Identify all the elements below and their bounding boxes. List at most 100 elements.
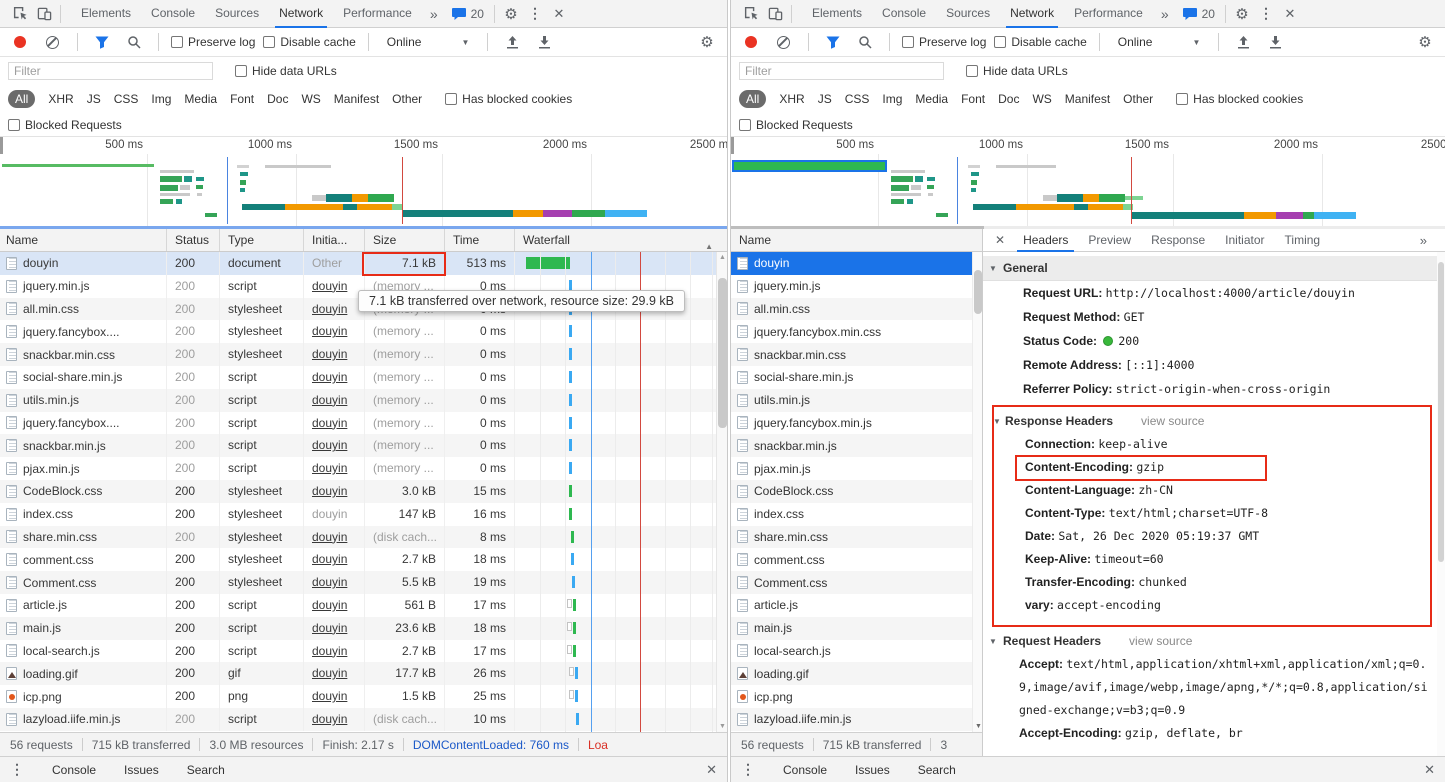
list-item[interactable]: article.js: [731, 594, 982, 617]
list-item[interactable]: jquery.fancybox.min.css: [731, 320, 982, 343]
details-tab-initiator[interactable]: Initiator: [1215, 230, 1274, 251]
view-source-link[interactable]: view source: [1141, 414, 1204, 428]
table-row[interactable]: utils.min.js200scriptdouyin(memory ...0 …: [0, 389, 727, 412]
details-tab-timing[interactable]: Timing: [1275, 230, 1331, 251]
filter-pill-font[interactable]: Font: [961, 92, 985, 106]
close-devtools-icon[interactable]: ✕: [547, 2, 571, 26]
filter-pill-doc[interactable]: Doc: [998, 92, 1019, 106]
issues-badge[interactable]: 20: [446, 7, 490, 21]
table-row[interactable]: pjax.min.js200scriptdouyin(memory ...0 m…: [0, 457, 727, 480]
filter-pill-img[interactable]: Img: [151, 92, 171, 106]
column-header-status[interactable]: Status: [167, 229, 220, 251]
filter-pill-font[interactable]: Font: [230, 92, 254, 106]
initiator-link[interactable]: douyin: [312, 712, 347, 726]
details-tab-headers[interactable]: Headers: [1013, 230, 1078, 251]
has-blocked-cookies-checkbox[interactable]: Has blocked cookies: [1176, 92, 1303, 106]
table-row[interactable]: main.js200scriptdouyin23.6 kB18 ms: [0, 617, 727, 640]
tab-performance[interactable]: Performance: [333, 0, 422, 28]
table-row[interactable]: CodeBlock.css200stylesheetdouyin3.0 kB15…: [0, 480, 727, 503]
more-tabs-chevron[interactable]: »: [422, 6, 446, 22]
initiator-link[interactable]: douyin: [312, 370, 347, 384]
search-icon[interactable]: [122, 30, 146, 54]
table-row[interactable]: snackbar.min.css200stylesheetdouyin(memo…: [0, 343, 727, 366]
scroll-down-arrow[interactable]: ▼: [974, 723, 982, 730]
filter-pill-all[interactable]: All: [739, 90, 766, 108]
filter-pill-css[interactable]: CSS: [845, 92, 870, 106]
list-item[interactable]: all.min.css: [731, 298, 982, 321]
list-item[interactable]: CodeBlock.css: [731, 480, 982, 503]
table-row[interactable]: article.js200scriptdouyin561 B17 ms: [0, 594, 727, 617]
filter-input[interactable]: [8, 62, 213, 80]
settings-gear-icon[interactable]: ⚙: [1230, 2, 1254, 26]
column-header-size[interactable]: Size: [365, 229, 445, 251]
list-item[interactable]: main.js: [731, 617, 982, 640]
list-item[interactable]: loading.gif: [731, 662, 982, 685]
initiator-link[interactable]: douyin: [312, 324, 347, 338]
table-row[interactable]: loading.gif200gifdouyin17.7 kB26 ms: [0, 662, 727, 685]
initiator-link[interactable]: douyin: [312, 302, 347, 316]
tab-console[interactable]: Console: [872, 0, 936, 28]
column-header-initia[interactable]: Initia...: [304, 229, 365, 251]
list-item[interactable]: snackbar.min.js: [731, 434, 982, 457]
tab-elements[interactable]: Elements: [802, 0, 872, 28]
list-item[interactable]: utils.min.js: [731, 389, 982, 412]
disable-cache-checkbox[interactable]: Disable cache: [994, 35, 1086, 49]
filter-funnel-icon[interactable]: [90, 30, 114, 54]
record-network-log-button[interactable]: [14, 36, 26, 48]
device-toolbar-icon[interactable]: [763, 2, 787, 26]
list-item[interactable]: local-search.js: [731, 640, 982, 663]
scroll-down-arrow[interactable]: ▼: [718, 723, 727, 730]
import-har-icon[interactable]: [1231, 30, 1255, 54]
filter-pill-all[interactable]: All: [8, 90, 35, 108]
inspect-element-icon[interactable]: [8, 2, 32, 26]
initiator-link[interactable]: douyin: [312, 621, 347, 635]
checkbox[interactable]: [966, 65, 978, 77]
checkbox[interactable]: [739, 119, 751, 131]
network-settings-gear-icon[interactable]: ⚙: [695, 30, 719, 54]
disable-cache-checkbox[interactable]: Disable cache: [263, 35, 355, 49]
record-network-log-button[interactable]: [745, 36, 757, 48]
filter-pill-img[interactable]: Img: [882, 92, 902, 106]
initiator-link[interactable]: douyin: [312, 552, 347, 566]
table-row[interactable]: Comment.css200stylesheetdouyin5.5 kB19 m…: [0, 571, 727, 594]
section-response-headers[interactable]: Response Headersview source: [994, 409, 1430, 433]
drawer-tab-console[interactable]: Console: [52, 763, 96, 777]
list-item[interactable]: snackbar.min.css: [731, 343, 982, 366]
settings-gear-icon[interactable]: ⚙: [499, 2, 523, 26]
filter-input[interactable]: [739, 62, 944, 80]
checkbox[interactable]: [8, 119, 20, 131]
inspect-element-icon[interactable]: [739, 2, 763, 26]
tab-sources[interactable]: Sources: [205, 0, 269, 28]
throttling-select[interactable]: Online▼: [381, 35, 476, 49]
export-har-icon[interactable]: [532, 30, 556, 54]
filter-pill-js[interactable]: JS: [87, 92, 101, 106]
blocked-requests-checkbox[interactable]: Blocked Requests: [739, 118, 853, 132]
filter-funnel-icon[interactable]: [821, 30, 845, 54]
checkbox[interactable]: [235, 65, 247, 77]
hide-data-urls-checkbox[interactable]: Hide data URLs: [235, 64, 337, 78]
drawer-tab-console[interactable]: Console: [783, 763, 827, 777]
initiator-link[interactable]: douyin: [312, 689, 347, 703]
list-item[interactable]: icp.png: [731, 685, 982, 708]
initiator-link[interactable]: douyin: [312, 644, 347, 658]
table-row[interactable]: share.min.css200stylesheetdouyin(disk ca…: [0, 526, 727, 549]
checkbox[interactable]: [1176, 93, 1188, 105]
throttling-select[interactable]: Online▼: [1112, 35, 1207, 49]
blocked-requests-checkbox[interactable]: Blocked Requests: [8, 118, 122, 132]
drawer-tab-issues[interactable]: Issues: [124, 763, 159, 777]
clear-network-log-icon[interactable]: [777, 36, 790, 49]
column-header-time[interactable]: Time: [445, 229, 515, 251]
list-item[interactable]: social-share.min.js: [731, 366, 982, 389]
device-toolbar-icon[interactable]: [32, 2, 56, 26]
filter-pill-media[interactable]: Media: [915, 92, 948, 106]
details-tab-preview[interactable]: Preview: [1078, 230, 1141, 251]
details-vertical-scrollbar[interactable]: [1437, 252, 1445, 756]
initiator-link[interactable]: douyin: [312, 438, 347, 452]
scroll-up-arrow[interactable]: ▲: [718, 254, 727, 261]
list-item[interactable]: index.css: [731, 503, 982, 526]
filter-pill-ws[interactable]: WS: [301, 92, 320, 106]
details-tab-response[interactable]: Response: [1141, 230, 1215, 251]
table-row[interactable]: local-search.js200scriptdouyin2.7 kB17 m…: [0, 640, 727, 663]
list-item[interactable]: share.min.css: [731, 526, 982, 549]
close-details-icon[interactable]: ✕: [991, 233, 1009, 247]
